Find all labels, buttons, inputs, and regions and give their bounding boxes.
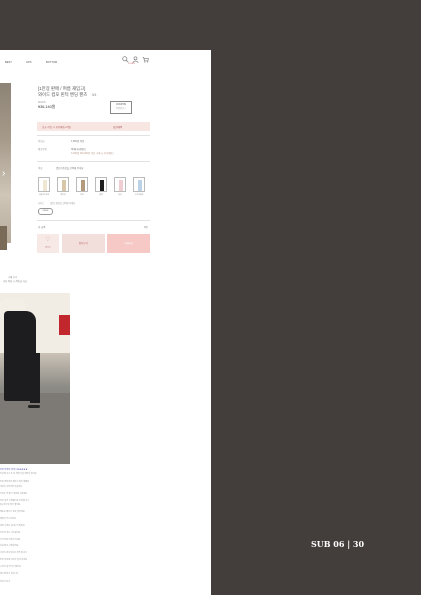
product-brand: MOON [38, 101, 46, 104]
review-line[interactable]: 리뷰 더보기 [0, 580, 10, 583]
wishlist-label: 찜하기 [45, 247, 51, 249]
color-swatch[interactable] [114, 177, 126, 192]
review-line: 여러 컬러 구매했어요 추천합니다 [0, 500, 29, 502]
size-label: 사이즈 [38, 203, 45, 205]
user-icon[interactable] [132, 56, 139, 63]
info-value: 1,800원 적립 [71, 140, 85, 143]
color-swatch[interactable] [133, 177, 145, 192]
review-line: 색감이 사진이랑 똑같아요 [0, 486, 23, 488]
color-value: [필수] 옵션을 선택해 주세요 [56, 167, 84, 170]
info-row-shipping: 배송방법 택배(국내배송) 3,000원 (50,000원 이상 구매 시 무료… [38, 147, 113, 155]
color-swatch[interactable] [76, 177, 88, 192]
review-caption-sub: 리뷰 작성 시 적립금 지급 [3, 281, 27, 283]
swatch-label: 스카이블루 [134, 194, 144, 196]
color-swatch[interactable] [95, 177, 107, 192]
size-value: [필수] 옵션을 선택해 주세요 [50, 203, 76, 205]
review-line: 다음에 또 구매할게요 [0, 545, 19, 547]
product-subtitle-text: 와이드 컴포 핀턱 밴딩 팬츠 [38, 92, 88, 97]
product-main-image: › [0, 83, 11, 243]
review-line: 부모님 것도 사드렸어요 [0, 532, 21, 534]
top-nav: BEST OPS BOTTOM [0, 61, 211, 69]
review-photo[interactable] [0, 293, 70, 464]
swatch-label: 핑크 [118, 194, 122, 196]
review-line: 핀턱 덕분에 다리가 길어 보여요 [0, 559, 28, 561]
size-option-button[interactable]: FREE [38, 208, 53, 215]
color-swatch[interactable] [38, 177, 50, 192]
swatch-fill [62, 180, 66, 191]
product-count: 3/4 [91, 93, 97, 97]
swatch-label: 모카 [80, 194, 84, 196]
product-price: ¥36,140원 [38, 105, 56, 109]
review-line: 세탁 후에도 늘어나지 않아요 [0, 525, 25, 527]
review-line: 재질이 부드러워요 [0, 518, 16, 520]
photo-shoe [28, 405, 40, 408]
chevron-right-icon[interactable]: › [2, 169, 5, 179]
product-subtitle: 와이드 컴포 핀턱 밴딩 팬츠 3/4 [38, 92, 96, 98]
swatch-label: 베이지 [60, 194, 66, 196]
photo-leg [30, 353, 40, 403]
info-value-detail: 3,000원 (50,000원 이상 구매 시 무료배송) [71, 152, 114, 155]
coupon-button[interactable]: COUPON 쿠폰받기 ↓ [110, 101, 132, 114]
swatch-fill [138, 180, 142, 191]
review-line: 기장도 딱 좋고 여름에 시원해요 [0, 493, 28, 495]
heart-icon: ♡ [45, 237, 51, 243]
add-to-cart-button[interactable]: 장바구니 [62, 234, 105, 253]
cart-icon[interactable] [142, 56, 149, 63]
review-line: 배송도 빠르고 포장 깔끔해요 [0, 511, 25, 513]
review-line: 구김이 잘 안가서 좋아요 [0, 566, 21, 568]
swatch-fill [119, 180, 123, 191]
review-line: 가격 대비 만족스러워요 [0, 539, 21, 541]
shop-panel: BEST OPS BOTTOM LOGIN › [1만장 판매 / 여름 재입고… [0, 50, 211, 595]
coupon-label: COUPON [115, 104, 127, 106]
login-label[interactable]: LOGIN [128, 63, 135, 65]
buy-now-button[interactable]: 구매하기 [107, 234, 150, 253]
nav-item-ops[interactable]: OPS [26, 61, 31, 64]
info-row-points: 적립금 1,800원 적립 [38, 139, 84, 143]
swatch-fill [43, 180, 47, 191]
color-label: 색상 [38, 167, 43, 170]
wishlist-button[interactable]: ♡ 찜하기 [37, 234, 59, 253]
photo-floor [0, 393, 70, 464]
total-value: 0원 [144, 226, 148, 229]
info-label: 적립금 [38, 140, 45, 143]
nav-item-bottom[interactable]: BOTTOM [46, 61, 57, 64]
swatch-fill [81, 180, 85, 191]
swatch-label: 크림아이보리 [38, 194, 50, 196]
review-line: 재구매 의사 있습니다 [0, 573, 19, 575]
total-label: 총 금액 [38, 226, 46, 229]
color-row: 색상 [필수] 옵션을 선택해 주세요 [38, 166, 84, 170]
review-line: 사이즈 정사이즈로 가면 됩니다 [0, 552, 27, 554]
color-swatch[interactable] [57, 177, 69, 192]
photo-red-object [59, 315, 70, 335]
review-line: 허리 밴딩이라 편하고 핏이 예뻐요 [0, 481, 30, 483]
benefit-left: 신규 가입 시 무료배송+적립 [42, 126, 71, 129]
info-label: 배송방법 [38, 148, 47, 151]
divider [37, 161, 150, 162]
page-label: SUB 06 | 30 [311, 539, 365, 549]
product-thumbnail[interactable] [0, 226, 7, 250]
review-line: 리뷰 작성자 아이디 ★★★★★ [0, 469, 28, 471]
divider [37, 220, 150, 221]
benefit-right: 회원혜택 [113, 126, 123, 129]
benefit-bar: 신규 가입 시 무료배송+적립 회원혜택 [37, 122, 150, 131]
review-line: 작년에 사고 또 삼 계절 지날 때마다 입어요 [0, 473, 37, 475]
review-line: 출근룩으로 입기 좋네요 [0, 504, 21, 506]
swatch-label: 블랙 [99, 194, 103, 196]
divider [37, 135, 150, 136]
search-icon[interactable] [122, 56, 129, 63]
coupon-sub-label: 쿠폰받기 ↓ [115, 108, 127, 110]
swatch-fill [100, 180, 104, 191]
nav-item-best[interactable]: BEST [5, 61, 12, 64]
